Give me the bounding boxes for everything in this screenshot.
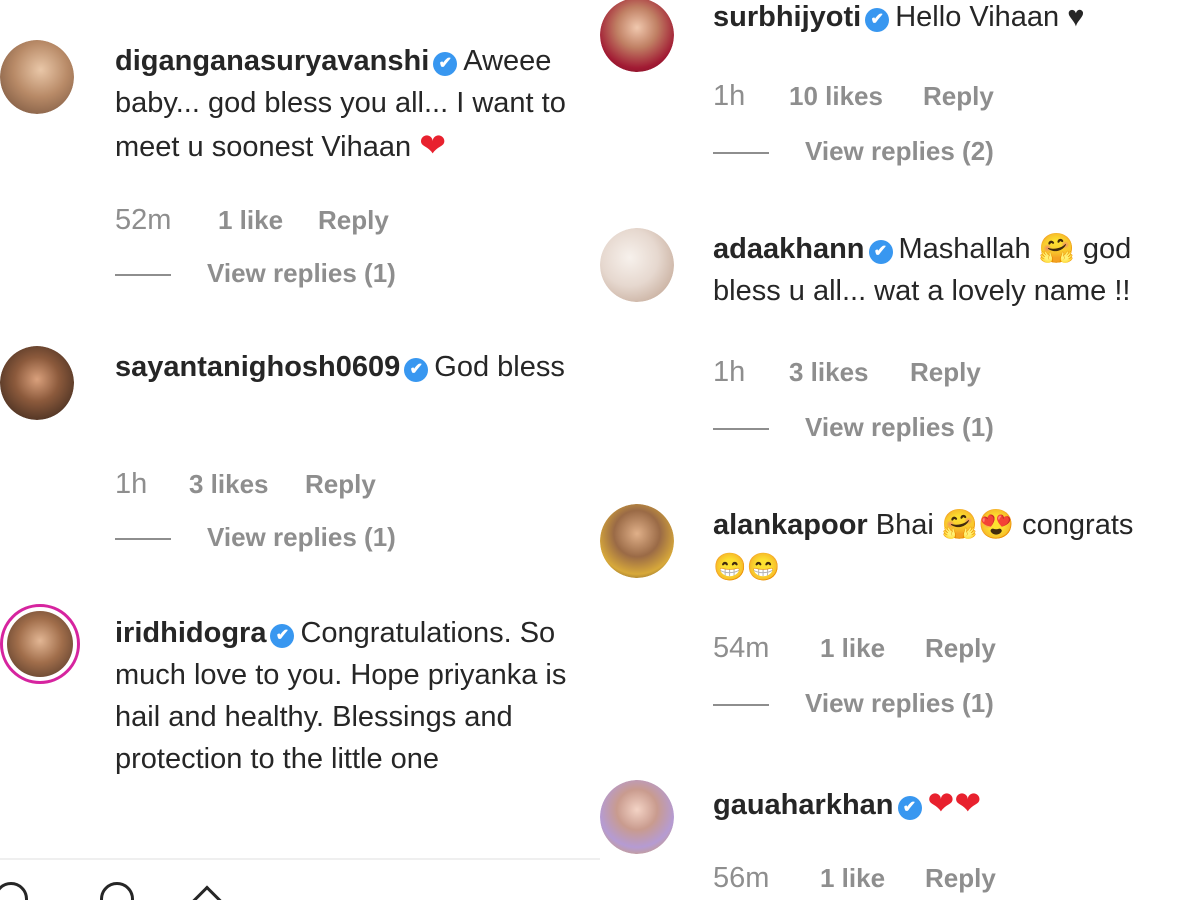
view-replies-label[interactable]: View replies (1) (805, 412, 994, 442)
view-replies-label[interactable]: View replies (1) (207, 522, 396, 552)
verified-badge-icon: ✔ (433, 52, 458, 76)
view-replies-button[interactable]: View replies (1) (713, 688, 994, 719)
replies-divider (115, 274, 171, 277)
heart-emoji-icon: ❤ (419, 127, 446, 163)
comment-text: God bless (434, 351, 565, 383)
comment-username[interactable]: alankapoor (713, 509, 868, 541)
reply-button[interactable]: Reply (925, 633, 996, 664)
comment-meta: 52m 1 like Reply (115, 204, 389, 237)
view-replies-label[interactable]: View replies (1) (805, 688, 994, 718)
comment-time[interactable]: 1h (713, 80, 789, 113)
comment-line-1: alankapoor Bhai 🤗😍 congrats (713, 504, 1200, 546)
reply-button[interactable]: Reply (923, 81, 994, 112)
comment-username[interactable]: adaakhann (713, 233, 865, 265)
comment-likes[interactable]: 3 likes (189, 469, 305, 500)
comment-username[interactable]: iridhidogra (115, 617, 266, 649)
comment-time[interactable]: 1h (115, 468, 189, 501)
view-replies-button[interactable]: View replies (1) (115, 522, 396, 553)
comment-time[interactable]: 52m (115, 204, 218, 237)
avatar[interactable] (0, 40, 74, 114)
view-replies-label[interactable]: View replies (2) (805, 136, 994, 166)
avatar[interactable] (600, 0, 674, 72)
verified-badge-icon: ✔ (897, 796, 922, 820)
comment-icon[interactable] (100, 882, 134, 900)
verified-badge-icon: ✔ (868, 240, 893, 264)
comment-likes[interactable]: 1 like (820, 633, 925, 664)
comment-username[interactable]: surbhijyoti (713, 1, 861, 33)
comment-body: sayantanighosh0609 ✔ God bless (115, 346, 590, 388)
view-replies-button[interactable]: View replies (2) (713, 136, 994, 167)
view-replies-label[interactable]: View replies (1) (207, 258, 396, 288)
avatar[interactable] (0, 346, 74, 420)
comment-body: surbhijyoti ✔ Hello Vihaan ♥ (713, 0, 1200, 38)
comment-likes[interactable]: 1 like (820, 863, 925, 894)
comments-panel-right: surbhijyoti ✔ Hello Vihaan ♥ 1h 10 likes Rep… (600, 0, 1200, 900)
comment-body: alankapoor Bhai 🤗😍 congrats 😁😁 (713, 504, 1200, 588)
heart-emoji-icon: ❤❤ (927, 785, 982, 821)
view-replies-button[interactable]: View replies (1) (713, 412, 994, 443)
avatar[interactable] (600, 780, 674, 854)
avatar[interactable] (600, 504, 674, 578)
reply-button[interactable]: Reply (305, 469, 376, 500)
comment-body: diganganasuryavanshi ✔ Aweee baby... god b… (115, 40, 590, 168)
comment-meta: 1h 3 likes Reply (713, 356, 981, 389)
comment-meta: 1h 3 likes Reply (115, 468, 376, 501)
share-icon[interactable] (191, 885, 223, 900)
comment-text: Hello Vihaan ♥ (895, 1, 1085, 33)
reply-button[interactable]: Reply (910, 357, 981, 388)
comment-likes[interactable]: 10 likes (789, 81, 923, 112)
comment-line-2: 😁😁 (713, 546, 1200, 588)
comment-meta: 54m 1 like Reply (713, 632, 996, 665)
verified-badge-icon: ✔ (865, 8, 890, 32)
comment-meta: 1h 10 likes Reply (713, 80, 994, 113)
heart-icon[interactable] (0, 882, 28, 900)
comment-body: adaakhann ✔ Mashallah 🤗 god bless u all...… (713, 228, 1200, 312)
comment-likes[interactable]: 1 like (218, 205, 318, 236)
verified-badge-icon: ✔ (270, 624, 295, 648)
comment-username[interactable]: diganganasuryavanshi (115, 45, 429, 77)
comment-time[interactable]: 1h (713, 356, 789, 389)
replies-divider (713, 704, 769, 707)
verified-badge-icon: ✔ (404, 358, 429, 382)
actions-divider (0, 858, 600, 860)
comment-username[interactable]: gauaharkhan (713, 789, 894, 821)
replies-divider (115, 538, 171, 541)
avatar-story-ring[interactable] (0, 604, 80, 684)
comment-body: iridhidogra ✔ Congratulations. So much lov… (115, 612, 590, 780)
replies-divider (713, 428, 769, 431)
avatar[interactable] (600, 228, 674, 302)
comment-username[interactable]: sayantanighosh0609 (115, 351, 400, 383)
comment-text: Bhai 🤗😍 congrats (875, 509, 1134, 541)
comment-time[interactable]: 54m (713, 632, 820, 665)
comment-meta: 56m 1 like Reply (713, 862, 996, 895)
view-replies-button[interactable]: View replies (1) (115, 258, 396, 289)
reply-button[interactable]: Reply (318, 205, 389, 236)
comment-time[interactable]: 56m (713, 862, 820, 895)
comment-likes[interactable]: 3 likes (789, 357, 910, 388)
comments-panel-left: diganganasuryavanshi ✔ Aweee baby... god b… (0, 0, 600, 900)
reply-button[interactable]: Reply (925, 863, 996, 894)
replies-divider (713, 152, 769, 155)
grin-emoji-icon: 😁😁 (713, 552, 781, 582)
comment-body: gauaharkhan ✔ ❤❤ (713, 782, 1193, 826)
